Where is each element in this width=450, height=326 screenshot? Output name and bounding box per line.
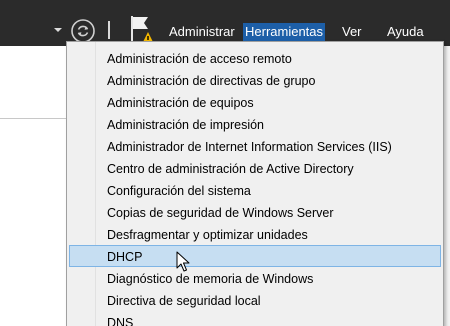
menu-administrar[interactable]: Administrar (167, 23, 237, 41)
menu-item-configuracion-sistema[interactable]: Configuración del sistema (69, 179, 441, 201)
window-edge (444, 46, 450, 326)
menu-item-seguridad-local[interactable]: Directiva de seguridad local (69, 289, 441, 311)
content-divider (0, 118, 66, 119)
toolbar-separator (108, 21, 110, 39)
menu-item-active-directory[interactable]: Centro de administración de Active Direc… (69, 157, 441, 179)
chevron-down-icon[interactable] (54, 28, 62, 32)
title-bar: Administrar Herramientas Ver Ayuda (0, 0, 450, 46)
menu-ver[interactable]: Ver (340, 23, 364, 41)
menu-item-directivas-grupo[interactable]: Administración de directivas de grupo (69, 69, 441, 91)
main-content-area (0, 46, 66, 326)
menu-item-acceso-remoto[interactable]: Administración de acceso remoto (69, 47, 441, 69)
menu-item-desfragmentar[interactable]: Desfragmentar y optimizar unidades (69, 223, 441, 245)
menu-item-equipos[interactable]: Administración de equipos (69, 91, 441, 113)
menu-item-copias-seguridad[interactable]: Copias de seguridad de Windows Server (69, 201, 441, 223)
mouse-cursor-icon (176, 251, 190, 272)
menu-item-dhcp[interactable]: DHCP (69, 245, 441, 267)
menu-ayuda[interactable]: Ayuda (385, 23, 426, 41)
tools-dropdown-menu: Administración de acceso remoto Administ… (66, 41, 444, 326)
menu-herramientas[interactable]: Herramientas (243, 23, 326, 41)
menu-item-dns[interactable]: DNS (69, 311, 441, 326)
menu-item-impresion[interactable]: Administración de impresión (69, 113, 441, 135)
menu-item-diagnostico-memoria[interactable]: Diagnóstico de memoria de Windows (69, 267, 441, 289)
menu-item-list: Administración de acceso remoto Administ… (67, 47, 443, 326)
menu-item-iis[interactable]: Administrador de Internet Information Se… (69, 135, 441, 157)
